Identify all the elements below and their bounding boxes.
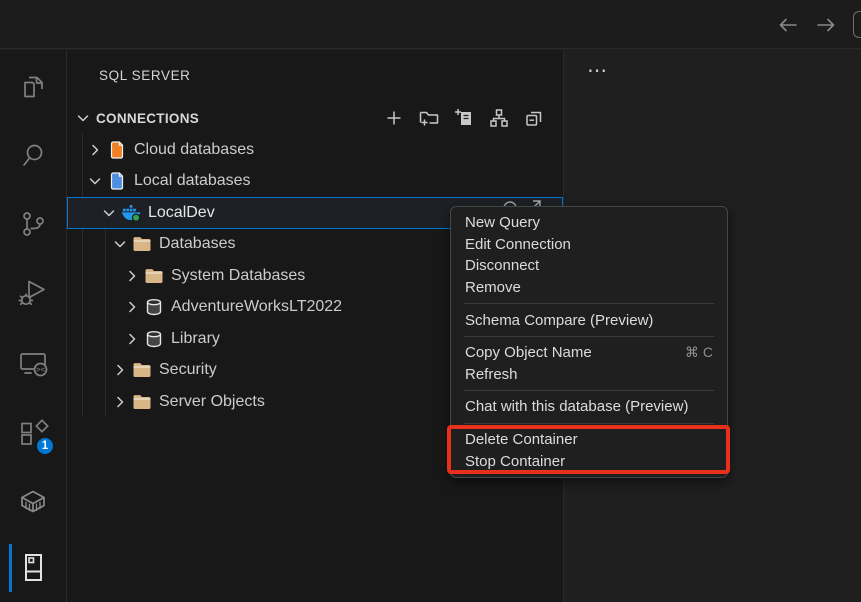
extensions-icon[interactable]: 1: [9, 410, 57, 458]
folder-icon: [132, 235, 152, 253]
menu-item-label: New Query: [465, 214, 540, 231]
menu-item-stop-container[interactable]: Stop Container: [451, 450, 727, 472]
tree-item-local-databases[interactable]: Local databases: [67, 166, 563, 198]
tree-item-label: AdventureWorksLT2022: [171, 298, 342, 316]
menu-item-disconnect[interactable]: Disconnect: [451, 255, 727, 277]
context-menu: New Query Edit Connection Disconnect Rem…: [450, 206, 728, 478]
chevron-right-icon[interactable]: [124, 268, 140, 284]
chevron-down-icon[interactable]: [87, 173, 103, 189]
chevron-down-icon[interactable]: [101, 205, 117, 221]
connection-group-orange-icon: [107, 141, 127, 159]
pane-title: SQL SERVER: [99, 68, 191, 83]
chevron-down-icon[interactable]: [112, 236, 128, 252]
menu-item-label: Disconnect: [465, 257, 539, 274]
connections-section-label: CONNECTIONS: [96, 111, 199, 126]
tree-item-label: System Databases: [171, 267, 305, 285]
add-server-icon[interactable]: [453, 107, 475, 129]
chevron-right-icon[interactable]: [124, 331, 140, 347]
tree-item-label: Security: [159, 361, 217, 379]
menu-separator: [464, 336, 714, 337]
menu-separator: [464, 303, 714, 304]
sql-server-view-icon[interactable]: [9, 544, 57, 592]
menu-item-copy-object-name[interactable]: Copy Object Name ⌘ C: [451, 342, 727, 364]
menu-item-shortcut: ⌘ C: [685, 344, 713, 361]
row-inline-actions-clipped: [500, 197, 550, 206]
tree-item-label: Server Objects: [159, 393, 265, 411]
connections-section-header[interactable]: CONNECTIONS: [67, 106, 563, 130]
explorer-icon[interactable]: [9, 63, 57, 111]
collapse-all-icon[interactable]: [523, 107, 545, 129]
running-status-dot: [132, 214, 139, 221]
tree-item-label: Library: [171, 330, 220, 348]
active-view-indicator: [9, 544, 12, 592]
chevron-down-icon: [75, 110, 91, 126]
source-control-icon[interactable]: [9, 200, 57, 248]
tree-item-label: Local databases: [134, 172, 251, 190]
menu-separator: [464, 423, 714, 424]
title-bar: [0, 0, 861, 49]
chevron-right-icon[interactable]: [124, 299, 140, 315]
containers-icon[interactable]: [9, 477, 57, 525]
chevron-right-icon[interactable]: [112, 362, 128, 378]
folder-icon: [132, 393, 152, 411]
layout-control-icon[interactable]: [853, 11, 861, 38]
new-connection-group-icon[interactable]: [418, 107, 440, 129]
add-connection-icon[interactable]: [383, 107, 405, 129]
run-and-debug-icon[interactable]: [9, 269, 57, 317]
menu-item-refresh[interactable]: Refresh: [451, 364, 727, 386]
chevron-right-icon[interactable]: [87, 142, 103, 158]
menu-item-schema-compare[interactable]: Schema Compare (Preview): [451, 309, 727, 331]
connection-group-blue-icon: [107, 172, 127, 190]
tree-item-label: LocalDev: [148, 204, 215, 222]
folder-icon: [132, 361, 152, 379]
more-actions-icon[interactable]: ⋯: [583, 58, 611, 86]
tree-item-label: Cloud databases: [134, 141, 254, 159]
menu-item-label: Refresh: [465, 366, 518, 383]
menu-item-label: Remove: [465, 279, 521, 296]
remote-explorer-icon[interactable]: ><: [9, 340, 57, 388]
menu-item-label: Stop Container: [465, 453, 565, 470]
extensions-badge: 1: [35, 436, 55, 456]
menu-item-label: Chat with this database (Preview): [465, 398, 688, 415]
vscode-window: >< 1: [0, 0, 861, 602]
folder-icon: [144, 267, 164, 285]
menu-separator: [464, 390, 714, 391]
chevron-right-icon[interactable]: [112, 394, 128, 410]
menu-item-label: Edit Connection: [465, 236, 571, 253]
tree-item-label: Databases: [159, 235, 236, 253]
workbench: >< 1: [0, 50, 861, 602]
connections-toolbar: [383, 106, 545, 130]
menu-item-label: Copy Object Name: [465, 344, 592, 361]
menu-item-remove[interactable]: Remove: [451, 277, 727, 299]
docker-container-icon: [121, 204, 141, 222]
menu-item-new-query[interactable]: New Query: [451, 212, 727, 234]
menu-item-label: Delete Container: [465, 431, 578, 448]
search-icon[interactable]: [9, 132, 57, 180]
menu-item-label: Schema Compare (Preview): [465, 312, 653, 329]
navigate-back-icon[interactable]: [776, 13, 800, 37]
remote-badge-glyph: ><: [36, 365, 46, 374]
connect-object-explorer-icon[interactable]: [488, 107, 510, 129]
menu-item-delete-container[interactable]: Delete Container: [451, 429, 727, 451]
database-icon: [144, 330, 164, 348]
tree-item-cloud-databases[interactable]: Cloud databases: [67, 134, 563, 166]
menu-item-chat-database[interactable]: Chat with this database (Preview): [451, 396, 727, 418]
navigate-forward-icon[interactable]: [814, 13, 838, 37]
menu-item-edit-connection[interactable]: Edit Connection: [451, 234, 727, 256]
activity-bar: >< 1: [0, 50, 67, 602]
database-icon: [144, 298, 164, 316]
